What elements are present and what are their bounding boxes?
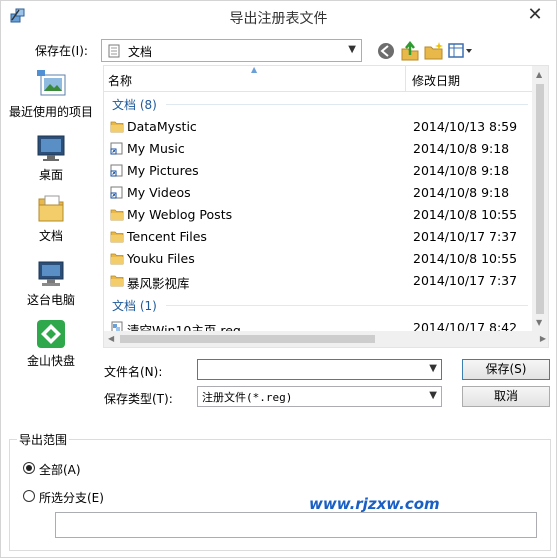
horizontal-scrollbar[interactable]: ◀ ▶ [104,331,548,347]
location-value: 文档 [128,45,153,59]
shortcut-icon [110,186,124,199]
back-arrow-icon[interactable] [375,40,397,62]
scroll-down-icon[interactable]: ▼ [536,318,542,327]
column-header-name[interactable]: 名称 [108,72,132,89]
scroll-thumb[interactable] [536,84,544,314]
group-header-documents[interactable]: 文档 (8) [112,96,157,112]
group-divider [166,104,528,105]
group-divider [166,305,528,306]
folder-icon [110,208,124,221]
cancel-button[interactable]: 取消 [462,386,550,407]
close-button[interactable]: ✕ [524,5,546,27]
file-date: 2014/10/8 9:18 [413,141,510,156]
kuaipan-icon [37,320,65,348]
file-name: My Pictures [127,163,199,178]
export-registry-dialog: 导出注册表文件 ✕ 保存在(I): 文档 ▼ 最近使用的项目 桌面 文档 这台电… [0,0,557,558]
scroll-thumb[interactable] [120,335,375,343]
column-header-date[interactable]: 修改日期 [412,72,460,89]
file-name: Tencent Files [127,229,207,244]
file-row[interactable]: DataMystic 2014/10/13 8:59 [104,116,534,138]
place-label: 最近使用的项目 [8,105,93,119]
documents-icon [38,195,64,222]
file-date: 2014/10/8 9:18 [413,185,510,200]
documents-folder-icon [108,44,120,58]
filetype-value: 注册文件(*.reg) [202,391,293,404]
export-range-title: 导出范围 [17,431,70,448]
place-recent-items[interactable]: 最近使用的项目 [1,69,101,120]
file-name: DataMystic [127,119,197,134]
filename-input[interactable]: ▼ [197,359,442,380]
file-row[interactable]: My Weblog Posts 2014/10/8 10:55 [104,204,534,226]
place-this-pc[interactable]: 这台电脑 [1,257,101,308]
scroll-up-icon[interactable]: ▲ [536,70,542,79]
column-header-row: ▲ 名称 修改日期 [104,66,534,92]
save-in-label: 保存在(I): [35,44,88,58]
file-name: Youku Files [127,251,195,266]
watermark-text: www.rjzxw.com [309,495,440,513]
selected-branch-input[interactable] [55,512,537,538]
desktop-icon [37,135,65,161]
this-pc-icon [38,261,64,286]
chevron-down-icon[interactable]: ▼ [429,363,437,374]
scroll-right-icon[interactable]: ▶ [540,334,546,343]
file-name: My Videos [127,185,191,200]
sort-ascending-icon: ▲ [251,65,258,74]
file-date: 2014/10/13 8:59 [413,119,518,134]
chevron-down-icon[interactable]: ▼ [429,390,437,401]
place-label: 桌面 [38,168,63,182]
group-header-documents-2[interactable]: 文档 (1) [112,297,157,313]
recent-items-icon [37,70,66,96]
folder-icon [110,120,124,133]
filetype-select[interactable]: 注册文件(*.reg) ▼ [197,386,442,407]
dialog-title: 导出注册表文件 [229,11,328,27]
file-date: 2014/10/17 7:37 [413,229,518,244]
file-name: My Weblog Posts [127,207,233,222]
place-desktop[interactable]: 桌面 [1,132,101,183]
file-date: 2014/10/8 10:55 [413,251,518,266]
shortcut-icon [110,142,124,155]
file-list[interactable]: ▲ 名称 修改日期 文档 (8) DataMystic 2014/10/13 8:… [103,65,549,348]
place-label: 文档 [38,229,63,243]
place-kuaipan[interactable]: 金山快盘 [1,318,101,369]
location-dropdown[interactable]: 文档 ▼ [101,39,362,62]
radio-branch-indicator[interactable] [23,490,35,502]
file-date: 2014/10/8 9:18 [413,163,510,178]
file-name: 暴风影视库 [127,276,190,291]
places-bar: 最近使用的项目 桌面 文档 这台电脑 金山快盘 [1,65,101,375]
filetype-label: 保存类型(T): [104,392,173,406]
save-button[interactable]: 保存(S) [462,359,550,380]
shortcut-icon [110,164,124,177]
file-row[interactable]: Youku Files 2014/10/8 10:55 [104,248,534,270]
file-date: 2014/10/17 7:37 [413,273,518,288]
radio-all-indicator[interactable] [23,462,35,474]
file-row[interactable]: My Pictures 2014/10/8 9:18 [104,160,534,182]
title-bar: 导出注册表文件 ✕ [1,1,556,31]
folder-icon [110,274,124,287]
folder-icon [110,230,124,243]
place-label: 金山快盘 [26,354,75,368]
column-divider[interactable] [405,66,406,92]
file-row[interactable]: My Videos 2014/10/8 9:18 [104,182,534,204]
scroll-left-icon[interactable]: ◀ [108,334,114,343]
new-folder-icon[interactable] [423,40,445,62]
file-row[interactable]: Tencent Files 2014/10/17 7:37 [104,226,534,248]
chevron-down-icon: ▼ [348,44,356,55]
file-row[interactable]: 暴风影视库 2014/10/17 7:37 [104,270,534,292]
filename-label: 文件名(N): [104,365,163,379]
view-menu-icon[interactable] [447,40,473,62]
radio-branch-label[interactable]: 所选分支(E) [39,489,104,506]
place-label: 这台电脑 [26,293,75,307]
file-row[interactable]: My Music 2014/10/8 9:18 [104,138,534,160]
file-date: 2014/10/8 10:55 [413,207,518,222]
vertical-scrollbar[interactable]: ▲ ▼ [532,66,548,331]
file-name: My Music [127,141,185,156]
place-documents[interactable]: 文档 [1,193,101,244]
folder-icon [110,252,124,265]
up-folder-icon[interactable] [399,40,421,62]
radio-all-label[interactable]: 全部(A) [39,461,81,478]
